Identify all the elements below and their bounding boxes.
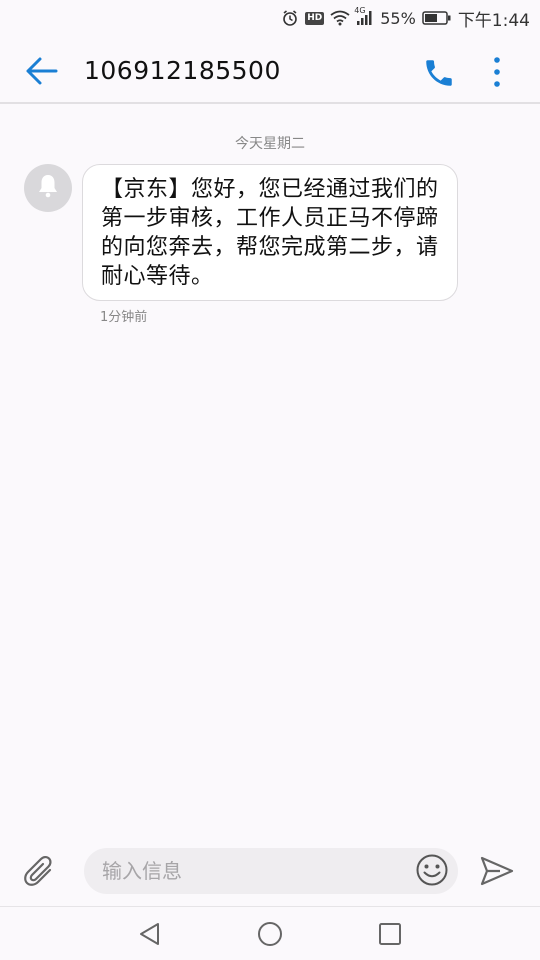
nav-home-icon[interactable] xyxy=(256,920,284,948)
system-nav-bar xyxy=(0,906,540,960)
battery-icon xyxy=(422,10,452,26)
message-timestamp: 1分钟前 xyxy=(100,310,148,325)
conversation-header: 106912185500 xyxy=(0,36,540,104)
status-bar: HD 4G 55% 下午1:44 xyxy=(0,0,540,36)
send-icon[interactable] xyxy=(478,854,516,888)
clock-time: 下午1:44 xyxy=(457,10,530,31)
arrow-left-icon[interactable] xyxy=(24,56,60,86)
network-type-label: 4G xyxy=(354,6,366,15)
nav-back-icon[interactable] xyxy=(136,920,164,948)
message-bubble[interactable]: 【京东】您好，您已经通过我们的第一步审核，工作人员正马不停蹄的向您奔去，帮您完成… xyxy=(82,164,458,301)
battery-percent: 55% xyxy=(380,8,416,28)
message-input[interactable] xyxy=(84,848,458,894)
contact-avatar[interactable] xyxy=(24,164,72,212)
composer-bar xyxy=(0,840,540,902)
wifi-icon xyxy=(330,10,350,26)
alarm-icon xyxy=(281,9,299,27)
phone-icon[interactable] xyxy=(422,56,456,90)
smiley-icon[interactable] xyxy=(414,852,450,888)
date-separator: 今天星期二 xyxy=(235,136,305,152)
signal-icon: 4G xyxy=(354,6,374,26)
bell-icon xyxy=(36,173,60,203)
paperclip-icon[interactable] xyxy=(22,854,62,890)
contact-number: 106912185500 xyxy=(84,56,281,85)
more-vertical-icon[interactable] xyxy=(484,54,510,90)
hd-badge: HD xyxy=(305,11,325,25)
nav-recents-icon[interactable] xyxy=(376,920,404,948)
